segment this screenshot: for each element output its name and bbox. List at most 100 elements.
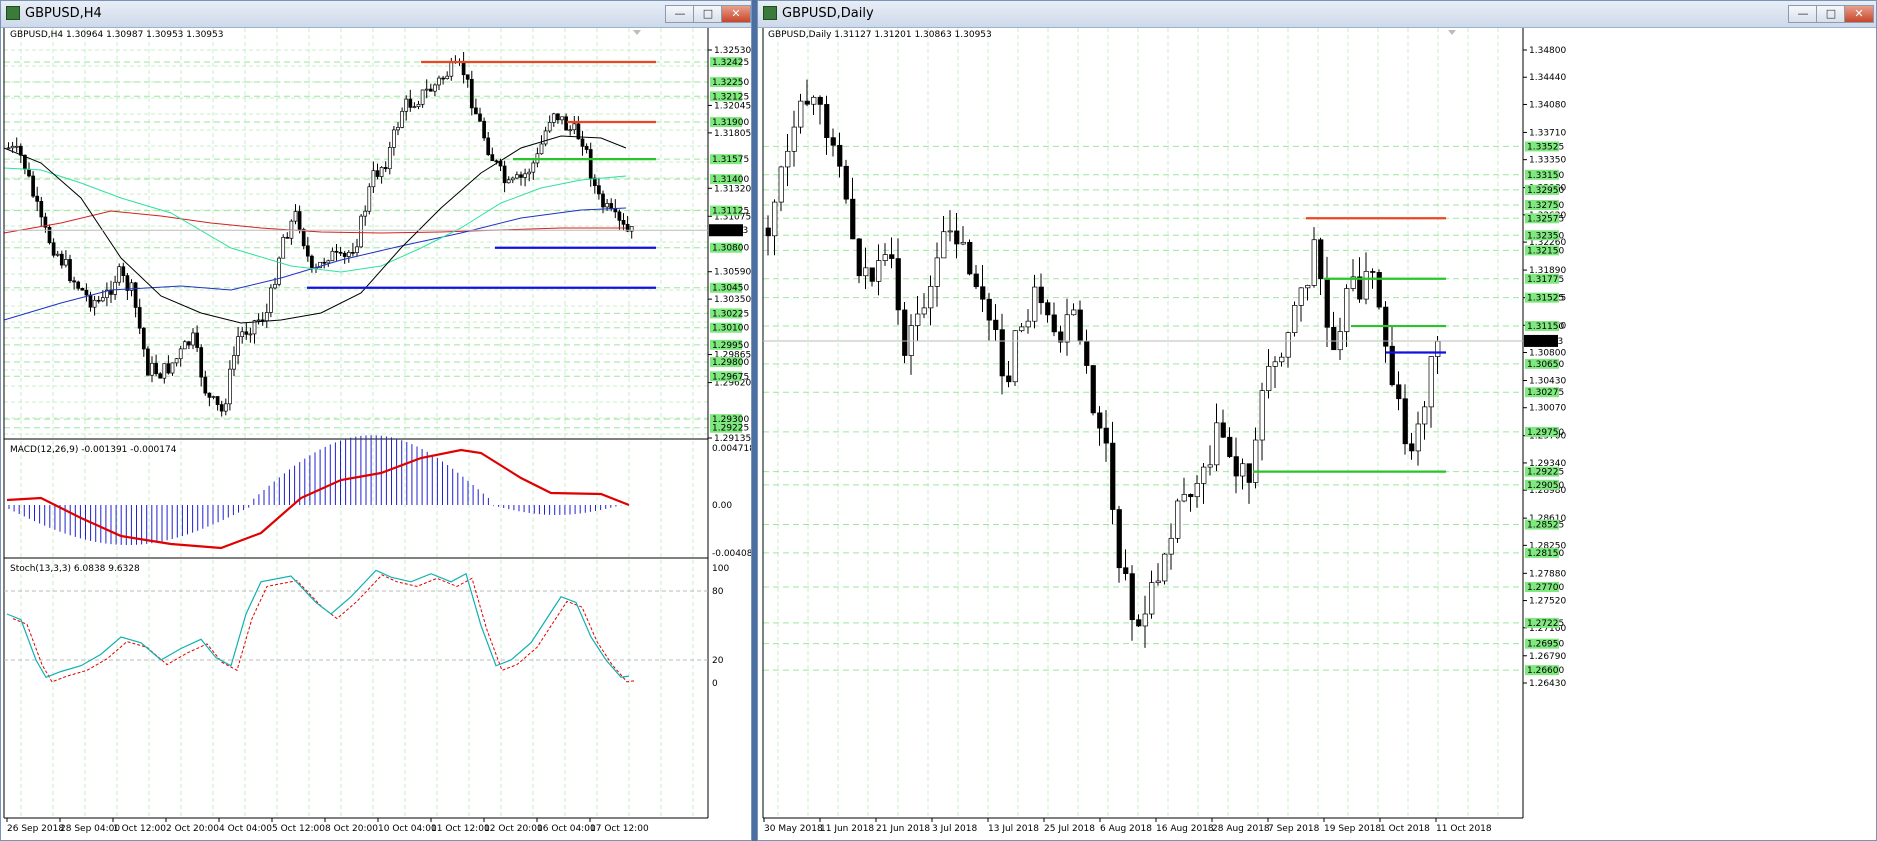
candle-body — [889, 254, 895, 259]
price-tick: 1.26790 — [1529, 652, 1566, 662]
candle-body — [1045, 302, 1051, 316]
candle-body — [379, 167, 384, 177]
candle-body — [772, 201, 778, 237]
level-tag-label: 1.31575 — [712, 155, 749, 165]
candle-body — [1331, 326, 1337, 351]
candle-body — [1188, 494, 1194, 498]
candle-body — [92, 299, 97, 308]
candle-body — [506, 179, 511, 184]
candle-body — [824, 104, 830, 138]
minimize-button[interactable]: — — [665, 5, 695, 23]
daily-chart-area[interactable]: 1.34800 1.34440 1.34080 1.33710 1.33350 1.329… — [758, 28, 1876, 840]
level-tag-label: 1.30800 — [712, 244, 749, 254]
candle-body — [531, 162, 536, 173]
chart-window-daily[interactable]: GBPUSD,Daily — □ ✕ 1.34800 1.34440 1.34080… — [757, 0, 1877, 841]
time-label: 3 Jul 2018 — [932, 824, 977, 834]
candle-body — [527, 171, 532, 175]
candle-body — [1259, 390, 1265, 441]
candle-body — [141, 327, 146, 350]
candle-body — [182, 341, 187, 350]
candle-body — [207, 392, 212, 398]
candle-body — [236, 336, 240, 356]
candle-body — [785, 150, 791, 168]
candle-body — [465, 74, 470, 80]
candle-body — [902, 309, 908, 356]
macd-label: MACD(12,26,9) -0.001391 -0.000174 — [10, 445, 177, 455]
title-bar[interactable]: GBPUSD,Daily — □ ✕ — [758, 1, 1876, 28]
candle-body — [162, 363, 167, 379]
candle-body — [1123, 567, 1129, 575]
candle-body — [363, 210, 368, 217]
h4-chart-area[interactable]: 1.325301.320451.318051.313201.310751.305… — [1, 28, 751, 840]
title-bar[interactable]: GBPUSD,H4 — □ ✕ — [1, 1, 751, 28]
candle-body — [424, 88, 429, 91]
candle-body — [1181, 494, 1187, 502]
candle-body — [338, 251, 343, 254]
level-tag-label: 1.27700 — [1527, 583, 1564, 593]
candle-body — [420, 89, 425, 105]
candle-body — [1168, 537, 1174, 555]
level-tag-label: 1.32250 — [712, 78, 749, 88]
level-tag-label: 1.31900 — [712, 118, 749, 128]
candle-body — [47, 226, 52, 244]
candle-body — [1077, 309, 1083, 342]
macd-tick: -0.004088 — [712, 549, 751, 559]
level-tag-label: 1.26950 — [1527, 640, 1564, 650]
candle-body — [154, 362, 158, 375]
candle-body — [973, 273, 979, 288]
candle-body — [170, 362, 175, 374]
candle-body — [605, 203, 609, 208]
candle-body — [830, 137, 836, 146]
candle-body — [1038, 286, 1044, 304]
candle-body — [613, 208, 618, 213]
maximize-button[interactable]: □ — [1816, 5, 1846, 23]
candle-body — [1272, 361, 1278, 367]
candle-body — [1201, 466, 1207, 484]
candle-body — [856, 238, 862, 277]
time-label: 1 Oct 2018 — [1380, 824, 1430, 834]
level-tag-label: 1.26600 — [1527, 666, 1564, 676]
level-tag-label: 1.30225 — [712, 309, 749, 319]
time-label: 11 Jun 2018 — [820, 824, 874, 834]
candle-body — [934, 257, 940, 287]
candle-body — [1149, 582, 1155, 615]
candle-body — [1051, 314, 1057, 333]
candle-body — [547, 122, 552, 132]
price-tick: 1.31805 — [714, 129, 751, 139]
level-tag-label: 1.29225 — [712, 424, 749, 434]
candle-body — [31, 175, 35, 197]
candle-body — [387, 147, 392, 170]
candle-body — [297, 211, 302, 230]
candle-body — [232, 355, 236, 370]
candle-body — [1175, 500, 1181, 539]
candle-body — [921, 307, 927, 315]
candle-body — [269, 287, 273, 313]
close-button[interactable]: ✕ — [721, 5, 751, 23]
candle-body — [281, 236, 286, 259]
candle-body — [1090, 365, 1096, 414]
candle-body — [837, 144, 843, 167]
close-button[interactable]: ✕ — [1844, 5, 1874, 23]
candle-body — [1344, 288, 1350, 332]
time-label: 16 Aug 2018 — [1156, 824, 1214, 834]
level-tag-label: 1.28150 — [1527, 549, 1564, 559]
candle-body — [301, 229, 306, 247]
level-tag-label: 1.29225 — [1527, 468, 1564, 478]
chart-window-h4[interactable]: GBPUSD,H4 — □ ✕ 1.32530 1.32045 1.31805 1.3… — [0, 0, 752, 841]
price-tick: 1.30350 — [714, 295, 751, 305]
level-tag-label: 1.32750 — [1527, 201, 1564, 211]
level-tag-label: 1.29675 — [712, 372, 749, 382]
candle-body — [863, 267, 869, 277]
candle-body — [1233, 456, 1239, 477]
candle-body — [375, 170, 380, 177]
candle-body — [260, 319, 265, 322]
candle-body — [556, 113, 560, 121]
candle-body — [1110, 442, 1116, 510]
maximize-button[interactable]: □ — [693, 5, 723, 23]
time-label: 16 Oct 04:00 — [537, 824, 596, 834]
candle-body — [1240, 463, 1246, 477]
candle-body — [1071, 309, 1077, 316]
candle-body — [1409, 443, 1415, 452]
minimize-button[interactable]: — — [1788, 5, 1818, 23]
time-label: 21 Jun 2018 — [876, 824, 930, 834]
